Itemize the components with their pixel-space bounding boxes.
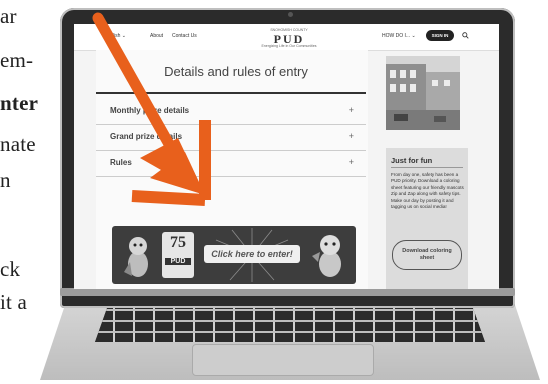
accordion-label: Monthly prize details — [110, 106, 190, 115]
side-text-7: it a — [0, 290, 28, 314]
how-do-i-menu[interactable]: HOW DO I... ⌄ — [382, 33, 416, 39]
click-to-enter-button[interactable]: Click here to enter! — [204, 245, 300, 263]
anniversary-badge: 75 PUD — [162, 232, 194, 278]
main-content: Details and rules of entry Monthly prize… — [96, 50, 368, 289]
laptop-screen: English ⌄ About Contact Us SNOHOMISH COU… — [74, 24, 499, 289]
side-text-5: n — [0, 168, 11, 192]
side-text-4: nate — [0, 132, 36, 156]
street-photo — [386, 56, 460, 130]
accordion-rules[interactable]: Rules + — [96, 150, 366, 177]
mascot-zip-icon — [124, 237, 148, 277]
side-text-3: nter — [0, 91, 39, 115]
accordion-grand-prize[interactable]: Grand prize details + — [96, 124, 366, 151]
title-divider — [96, 92, 366, 94]
badge-number: 75 — [170, 234, 186, 251]
top-nav-bar: English ⌄ About Contact Us SNOHOMISH COU… — [74, 24, 499, 51]
laptop-trackpad — [192, 344, 374, 376]
plus-icon[interactable]: + — [349, 157, 354, 167]
plus-icon[interactable]: + — [349, 105, 354, 115]
fun-title: Just for fun — [391, 156, 433, 165]
accordion-label: Grand prize details — [110, 132, 183, 141]
just-for-fun-panel: Just for fun From day one, safety has be… — [386, 148, 468, 289]
badge-pud: PUD — [165, 258, 191, 265]
contact-link[interactable]: Contact Us — [172, 33, 197, 39]
sign-in-button[interactable]: SIGN IN — [426, 30, 454, 41]
page-title: Details and rules of entry — [164, 64, 308, 79]
enter-contest-banner[interactable]: 75 PUD Click here to enter! — [112, 226, 356, 284]
accordion-label: Rules — [110, 158, 132, 167]
fun-divider — [391, 167, 463, 168]
download-coloring-sheet-button[interactable]: Download coloring sheet — [392, 240, 462, 270]
sidebar: Just for fun From day one, safety has be… — [380, 50, 490, 289]
side-text-1: ar — [0, 4, 17, 28]
fun-description: From day one, safety has been a PUD prio… — [391, 172, 464, 210]
mascot-zap-icon — [312, 235, 341, 277]
brand-tagline: Energizing Life in Our Communities — [261, 44, 317, 48]
side-text-2: em- — [0, 48, 34, 72]
plus-icon[interactable]: + — [349, 131, 354, 141]
side-text-6: ck — [0, 257, 21, 281]
laptop-hinge — [60, 288, 515, 296]
language-select[interactable]: English ⌄ — [104, 33, 126, 39]
camera-icon — [288, 12, 293, 17]
search-icon[interactable] — [462, 32, 469, 39]
accordion-monthly-prize[interactable]: Monthly prize details + — [96, 98, 366, 125]
about-link[interactable]: About — [150, 33, 163, 39]
